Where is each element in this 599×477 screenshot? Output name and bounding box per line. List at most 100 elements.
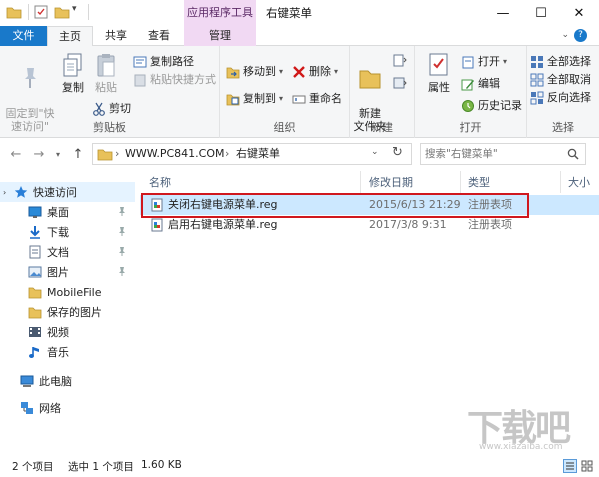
column-header-size[interactable]: 大小 [568, 174, 590, 190]
nav-item-label: 桌面 [47, 206, 69, 219]
properties-button[interactable]: 属性 [425, 52, 453, 94]
up-arrow-icon[interactable]: ↑ [70, 147, 86, 163]
nav-item-videos[interactable]: 视频 [0, 322, 135, 342]
nav-quick-access[interactable]: › 快速访问 [0, 182, 135, 202]
column-header-date[interactable]: 修改日期 [369, 174, 413, 190]
tab-home[interactable]: 主页 [47, 26, 93, 47]
tab-view[interactable]: 查看 [139, 26, 179, 46]
invert-selection-label: 反向选择 [547, 91, 591, 104]
properties-icon [429, 53, 448, 76]
column-header-name[interactable]: 名称 [149, 174, 171, 190]
new-folder-icon[interactable] [54, 5, 70, 19]
column-divider[interactable] [360, 171, 361, 193]
window-title: 右键菜单 [266, 6, 312, 20]
search-input[interactable] [425, 146, 565, 162]
tab-manage[interactable]: 管理 [184, 26, 256, 46]
tab-file[interactable]: 文件 [0, 26, 47, 46]
dropdown-caret-icon: ▾ [279, 94, 284, 103]
nav-item-documents[interactable]: 文档 [0, 242, 135, 262]
tab-share[interactable]: 共享 [96, 26, 136, 46]
pin-icon[interactable] [117, 266, 127, 276]
copy-button[interactable]: 复制 [58, 52, 88, 94]
maximize-button[interactable]: ☐ [522, 0, 560, 26]
music-icon [29, 347, 39, 358]
move-to-label: 移动到 [243, 65, 276, 78]
breadcrumb-item[interactable]: 右键菜单 [236, 144, 280, 164]
easy-access-icon[interactable] [392, 76, 408, 90]
select-group-label: 选择 [552, 121, 574, 134]
select-all-label: 全部选择 [547, 55, 591, 68]
refresh-icon[interactable]: ↻ [392, 145, 403, 160]
copy-path-button[interactable]: 复制路径 [133, 54, 194, 70]
table-row[interactable]: 启用右键电源菜单.reg 2017/3/8 9:31 注册表项 [140, 215, 599, 235]
forward-arrow-icon[interactable]: → [31, 147, 47, 163]
file-list: 名称 修改日期 类型 大小 关闭右键电源菜单.reg 2015/6/13 21:… [135, 171, 599, 456]
copy-to-icon [226, 94, 240, 106]
invert-selection-button[interactable]: 反向选择 [530, 90, 591, 106]
column-header-type[interactable]: 类型 [468, 174, 490, 190]
context-tab-header: 应用程序工具 [184, 0, 256, 26]
column-divider[interactable] [560, 171, 561, 193]
nav-item-saved-pictures[interactable]: 保存的图片 [0, 302, 135, 322]
recent-locations-chevron-icon[interactable]: ▾ [50, 147, 66, 163]
nav-item-label: 图片 [47, 266, 69, 279]
nav-item-mobilefile[interactable]: MobileFile [0, 282, 135, 302]
rename-button[interactable]: 重命名 [292, 91, 342, 107]
select-none-button[interactable]: 全部取消 [530, 72, 591, 88]
breadcrumb-item[interactable]: WWW.PC841.COM [125, 144, 225, 164]
rename-icon [292, 95, 306, 104]
pin-icon[interactable] [117, 226, 127, 236]
breadcrumb-separator: › [115, 147, 120, 160]
paste-label: 粘贴 [95, 81, 117, 94]
organize-group-label: 组织 [273, 121, 296, 134]
nav-network[interactable]: 网络 [0, 398, 135, 418]
select-none-icon [530, 73, 544, 87]
paste-shortcut-button[interactable]: 粘贴快捷方式 [133, 72, 216, 88]
large-icons-view-icon[interactable] [580, 459, 594, 473]
column-divider[interactable] [460, 171, 461, 193]
status-size: 1.60 KB [141, 459, 182, 471]
open-icon [462, 56, 474, 69]
copy-to-button[interactable]: 复制到 ▾ [226, 91, 283, 107]
address-history-chevron-icon[interactable]: ⌄ [371, 147, 379, 157]
new-group-label: 新建 [371, 121, 393, 134]
select-all-button[interactable]: 全部选择 [530, 54, 591, 70]
close-button[interactable]: ✕ [560, 0, 598, 26]
ribbon-tabs: 文件 主页 共享 查看 管理 ⌄ ? [0, 26, 599, 47]
open-button[interactable]: 打开 ▾ [461, 54, 507, 70]
folder-icon [28, 307, 42, 319]
expand-ribbon-icon[interactable]: ⌄ [561, 30, 569, 40]
nav-item-desktop[interactable]: 桌面 [0, 202, 135, 222]
computer-icon [20, 375, 34, 387]
watermark-url: www.xiazaiba.com [479, 442, 563, 452]
nav-item-music[interactable]: 音乐 [0, 342, 135, 362]
new-item-icon[interactable] [392, 54, 408, 68]
history-button[interactable]: 历史记录 [461, 98, 522, 114]
move-to-button[interactable]: 移动到 ▾ [226, 64, 283, 80]
delete-button[interactable]: 删除 ▾ [292, 64, 338, 80]
expand-chevron-icon[interactable]: › [3, 188, 14, 197]
search-icon[interactable] [567, 148, 579, 160]
copy-path-icon [133, 56, 147, 68]
paste-button[interactable]: 粘贴 [92, 52, 120, 94]
back-arrow-icon[interactable]: ← [8, 147, 24, 163]
nav-item-pictures[interactable]: 图片 [0, 262, 135, 282]
customize-quick-access-icon[interactable]: ▾ [72, 4, 77, 18]
help-icon[interactable]: ? [574, 29, 587, 42]
edit-button[interactable]: 编辑 [461, 76, 500, 92]
folder-icon[interactable] [6, 5, 22, 19]
nav-item-downloads[interactable]: 下载 [0, 222, 135, 242]
organize-group: 移动到 ▾ 删除 ▾ 复制到 ▾ 重命名 组织 [220, 46, 350, 138]
details-view-icon[interactable] [563, 459, 577, 473]
pin-icon[interactable] [117, 246, 127, 256]
pin-icon[interactable] [117, 206, 127, 216]
properties-check-icon[interactable] [34, 5, 48, 19]
minimize-button[interactable]: — [484, 0, 522, 26]
status-item-count: 2 个项目 [12, 461, 54, 473]
search-box[interactable] [420, 143, 586, 165]
cut-button[interactable]: 剪切 [92, 101, 131, 117]
nav-item-label: 音乐 [47, 346, 69, 359]
status-bar: 2 个项目 选中 1 个项目 1.60 KB [0, 456, 599, 477]
address-bar[interactable]: › WWW.PC841.COM › 右键菜单 ⌄ ↻ [92, 143, 412, 165]
nav-this-pc[interactable]: 此电脑 [0, 371, 135, 391]
